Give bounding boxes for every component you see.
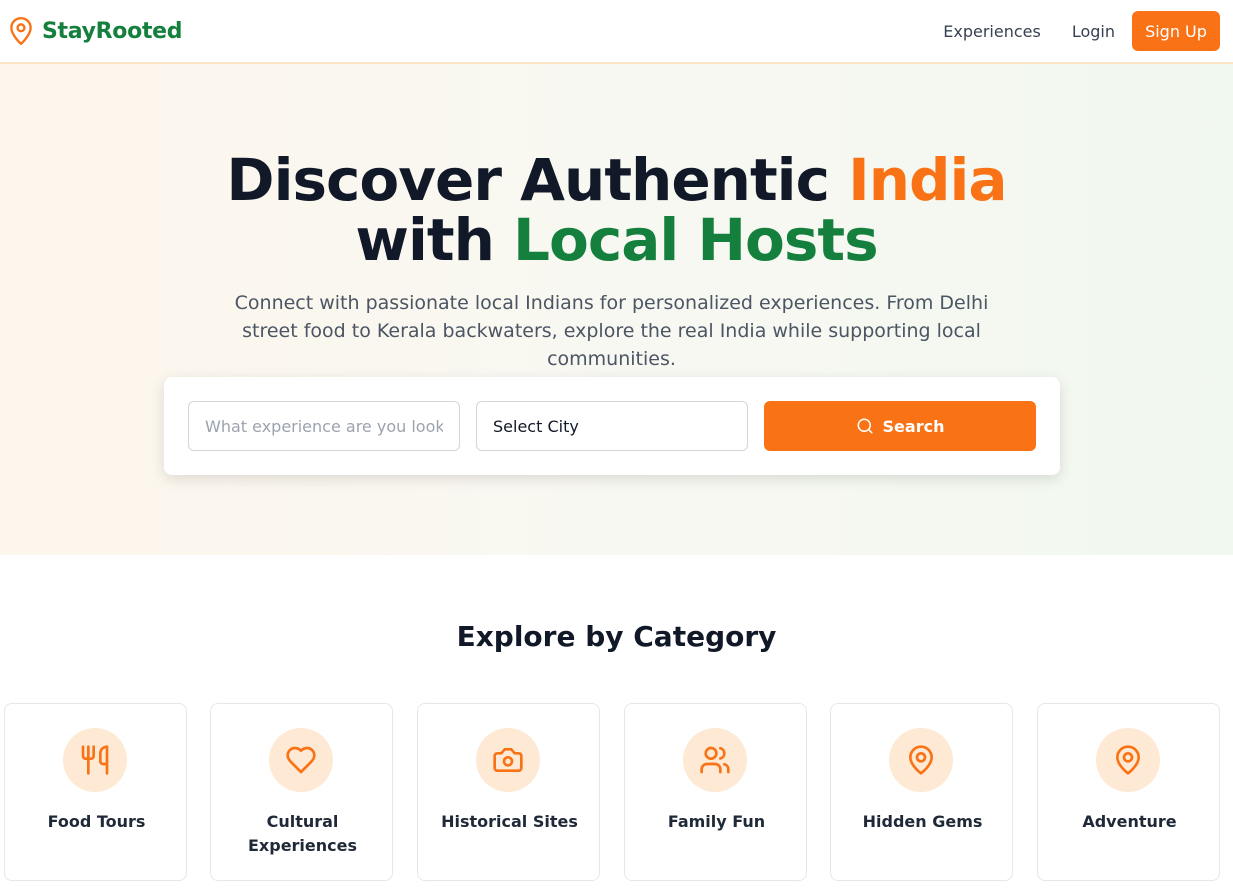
hero-title-highlight-local-hosts: Local Hosts	[513, 206, 879, 274]
category-card-family-fun[interactable]: Family Fun	[624, 703, 807, 881]
hero-title-part1: Discover Authentic	[226, 146, 849, 214]
nav-experiences-link[interactable]: Experiences	[943, 22, 1041, 41]
map-pin-icon	[1116, 745, 1140, 775]
hero-title-part2: with	[355, 206, 514, 274]
hero-title: Discover Authentic India with Local Host…	[0, 150, 1233, 270]
utensils-icon	[81, 745, 109, 775]
hero-title-highlight-india: India	[848, 146, 1007, 214]
category-card-hidden-gems[interactable]: Hidden Gems	[830, 703, 1013, 881]
nav-login-link[interactable]: Login	[1072, 22, 1115, 41]
category-label: Historical Sites	[441, 812, 578, 831]
logo[interactable]: StayRooted	[8, 16, 183, 46]
category-label: Hidden Gems	[862, 812, 983, 831]
search-button[interactable]: Search	[764, 401, 1036, 451]
category-label: Cultural Experiences	[247, 812, 358, 855]
city-select-value: Select City	[493, 416, 579, 436]
category-icon-circle	[889, 728, 953, 792]
category-card-food-tours[interactable]: Food Tours	[4, 703, 187, 881]
category-icon-circle	[63, 728, 127, 792]
header: StayRooted Experiences Login Sign Up	[0, 0, 1233, 64]
category-card-adventure[interactable]: Adventure	[1037, 703, 1220, 881]
map-pin-icon	[909, 745, 933, 775]
logo-text: StayRooted	[42, 18, 183, 44]
category-card-historical-sites[interactable]: Historical Sites	[417, 703, 600, 881]
category-section-title: Explore by Category	[456, 620, 777, 653]
hero-subtitle: Connect with passionate local Indians fo…	[234, 292, 989, 370]
search-button-label: Search	[882, 416, 945, 436]
category-card-cultural-experiences[interactable]: Cultural Experiences	[210, 703, 393, 881]
category-icon-circle	[1096, 728, 1160, 792]
heart-icon	[286, 746, 316, 774]
hero-section: Discover Authentic India with Local Host…	[0, 64, 1233, 555]
camera-icon	[493, 748, 523, 772]
signup-button[interactable]: Sign Up	[1132, 11, 1220, 51]
category-label: Adventure	[1082, 812, 1177, 831]
experience-search-input[interactable]	[188, 401, 460, 451]
map-pin-icon	[10, 16, 32, 46]
search-card: Select City Search	[164, 377, 1060, 475]
search-icon	[857, 418, 873, 434]
category-label: Family Fun	[667, 812, 766, 831]
category-icon-circle	[683, 728, 747, 792]
nav: Experiences Login Sign Up	[943, 11, 1220, 51]
category-icon-circle	[269, 728, 333, 792]
city-select[interactable]: Select City	[476, 401, 748, 451]
category-label: Food Tours	[47, 812, 146, 831]
users-icon	[700, 746, 730, 774]
category-icon-circle	[476, 728, 540, 792]
